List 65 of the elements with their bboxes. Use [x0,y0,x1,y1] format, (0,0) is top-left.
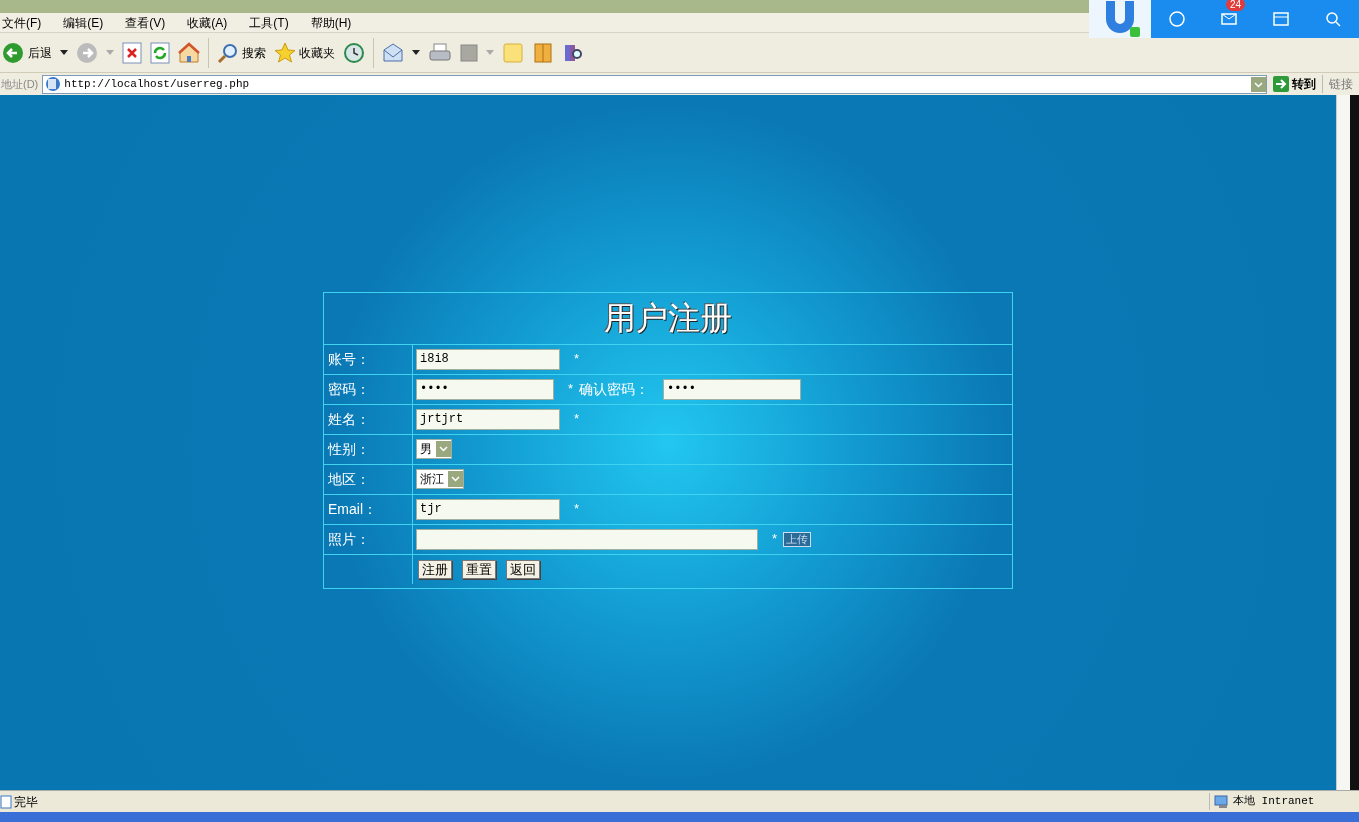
search-icon [217,41,239,64]
scrollbar[interactable] [1336,95,1350,790]
dropdown-icon [1251,76,1266,92]
status-text: 完毕 [14,793,39,811]
caret-icon[interactable] [60,49,68,56]
field-label: 照片： [324,524,413,554]
input-field[interactable]: jrtjrt [416,408,560,430]
search-icon[interactable] [1324,10,1342,28]
print-icon[interactable] [428,41,452,64]
select-field[interactable]: 男 [416,439,452,459]
select-field[interactable]: 浙江 [416,469,464,489]
required-mark: * [574,500,580,519]
menu-item[interactable]: 帮助(H) [310,13,352,32]
input-field[interactable]: •••• [416,378,554,400]
required-mark: * [772,530,778,549]
input-field[interactable] [416,528,758,550]
required-mark: * [574,410,580,429]
required-mark: * [574,350,580,369]
form-title: 用户注册 [604,299,732,338]
menu-item[interactable]: 工具(T) [249,13,289,32]
upload-button[interactable]: 上传 [783,531,812,547]
stop-icon[interactable] [122,41,142,64]
links-button[interactable]: 链接 [1322,75,1359,93]
menu-item[interactable]: 收藏(A) [187,13,228,32]
address-field[interactable]: http://localhost/userreg.php [42,74,1267,94]
arrow-icon [1273,76,1289,92]
refresh-icon[interactable] [150,41,170,64]
menu-item[interactable]: 编辑(E) [63,13,104,32]
mail-icon[interactable] [382,41,404,64]
home-icon[interactable] [178,41,200,64]
network-icon [1214,794,1230,809]
field-label: 密码： [324,374,413,404]
window-icon[interactable] [1272,10,1290,28]
field-label: 确认密码： [579,379,650,399]
required-mark: * [568,380,574,399]
page-icon [0,794,12,809]
field-label: 账号： [324,344,413,374]
search-button[interactable]: 搜索 [217,41,266,64]
input-field[interactable]: i8i8 [416,348,560,370]
favorites-button[interactable]: 收藏夹 [274,41,335,64]
menu-item[interactable]: 查看(V) [125,13,166,32]
field-label: Email： [324,494,413,524]
field-label: 地区： [324,464,413,494]
form-button[interactable]: 注册 [418,559,452,579]
input-field[interactable]: •••• [663,378,802,400]
star-icon [274,41,296,64]
history-icon[interactable] [343,41,365,64]
input-field[interactable]: tjr [416,498,560,520]
zone-indicator: 本地 Intranet [1209,793,1359,810]
back-button[interactable]: 后退 [2,41,52,64]
field-label: 性别： [324,434,413,464]
form-button[interactable]: 重置 [462,559,496,579]
go-button[interactable]: 转到 [1271,75,1318,93]
form-button[interactable]: 返回 [506,559,540,579]
menu-item[interactable]: 文件(F) [2,13,42,32]
page-icon [45,76,62,92]
book-icon[interactable] [532,41,554,64]
dropdown-icon [448,471,463,487]
address-label: 地址(D) [0,76,39,92]
notification-badge: 24 [1226,0,1246,11]
dropdown-icon [436,441,451,457]
forward-icon[interactable] [76,41,98,64]
caret-icon[interactable] [412,49,420,56]
field-label: 姓名： [324,404,413,434]
mail-icon[interactable] [1220,10,1238,28]
